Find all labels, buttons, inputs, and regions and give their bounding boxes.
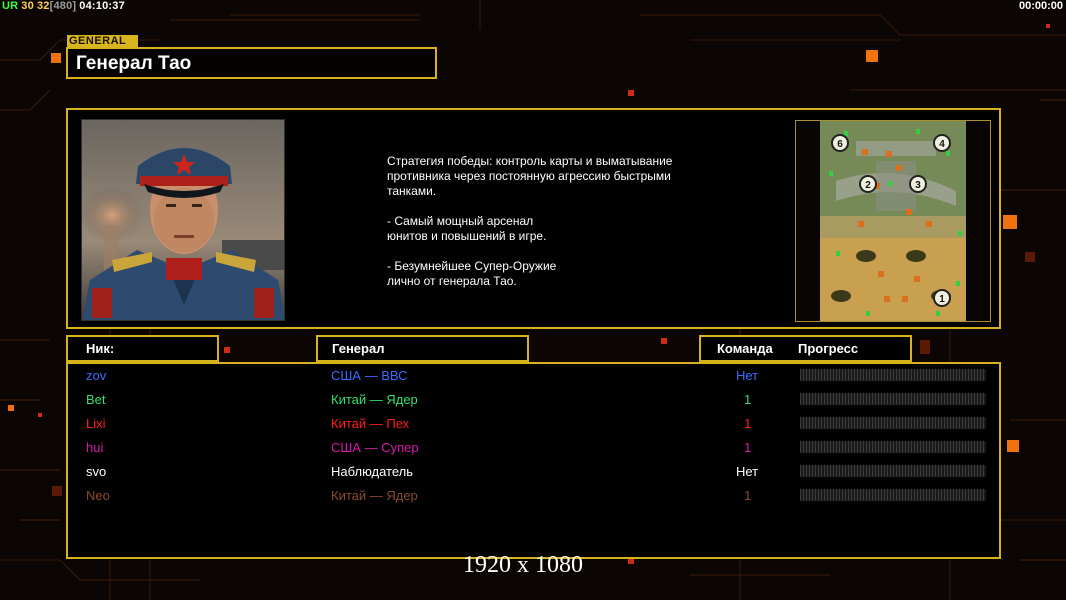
player-row: Bet Китай — Ядер 1 [68, 389, 999, 413]
player-team: 1 [744, 440, 752, 455]
player-nick: svo [86, 464, 107, 479]
player-row: hui США — Супер 1 [68, 437, 999, 461]
nick-header: Ник: [66, 335, 219, 362]
player-general: США — Супер [331, 440, 419, 455]
team-progress-header: Команда Прогресс [699, 335, 912, 362]
player-general: Наблюдатель [331, 464, 414, 479]
nick-header-label: Ник: [86, 341, 115, 356]
slot-2-label: 2 [865, 180, 871, 191]
hud-value-1: 30 [21, 0, 34, 12]
player-row: Neo Китай — Ядер 1 [68, 485, 999, 509]
player-row: zov США — ВВС Нет [68, 365, 999, 389]
progress-bar [800, 417, 986, 429]
slot-6-label: 6 [837, 139, 843, 150]
general-header-label: Генерал [332, 341, 385, 356]
player-nick: hui [86, 440, 104, 455]
slot-4-label: 4 [939, 139, 945, 150]
player-team: 1 [744, 488, 752, 503]
player-nick: Lixi [86, 416, 106, 431]
progress-bar [800, 441, 986, 453]
player-general: Китай — Пех [331, 416, 410, 431]
hud-value-3: [480] [49, 0, 77, 12]
player-general: США — ВВС [331, 368, 408, 383]
general-title-box: Генерал Тао [66, 47, 437, 79]
hud-ur: UR [2, 0, 19, 12]
general-header: Генерал [316, 335, 529, 362]
general-name: Генерал Тао [76, 53, 192, 74]
slot-1-label: 1 [939, 294, 945, 305]
team-header-label: Команда [717, 341, 773, 356]
player-nick: zov [86, 368, 107, 383]
progress-bar [800, 393, 986, 405]
slot-3-label: 3 [915, 180, 921, 191]
player-general: Китай — Ядер [331, 392, 418, 407]
progress-header-label: Прогресс [798, 341, 859, 356]
map-preview: 6 4 2 3 1 [795, 120, 991, 322]
game-clock: 00:00:00 [1018, 0, 1063, 12]
player-general: Китай — Ядер [331, 488, 418, 503]
player-team: 1 [744, 392, 752, 407]
player-nick: Bet [86, 392, 106, 407]
progress-bar [800, 489, 986, 501]
hud-time: 04:10:37 [79, 0, 125, 12]
player-nick: Neo [86, 488, 110, 503]
player-team: 1 [744, 416, 752, 431]
hud-value-2: 32 [36, 0, 50, 12]
player-row: Lixi Китай — Пех 1 [68, 413, 999, 437]
general-portrait [81, 119, 285, 321]
resolution-watermark: 1920 x 1080 [463, 552, 583, 578]
players-list: zov США — ВВС Нет Bet Китай — Ядер 1 Lix… [66, 362, 1001, 559]
fps-stats: UR 30 32[480] 04:10:37 [2, 0, 128, 12]
progress-bar [800, 369, 986, 381]
player-team: Нет [736, 368, 759, 383]
progress-bar [800, 465, 986, 477]
general-description: Стратегия победы: контроль карты и вымат… [387, 154, 673, 288]
general-info-panel: Стратегия победы: контроль карты и вымат… [66, 108, 1001, 329]
player-team: Нет [736, 464, 759, 479]
player-row: svo Наблюдатель Нет [68, 461, 999, 485]
